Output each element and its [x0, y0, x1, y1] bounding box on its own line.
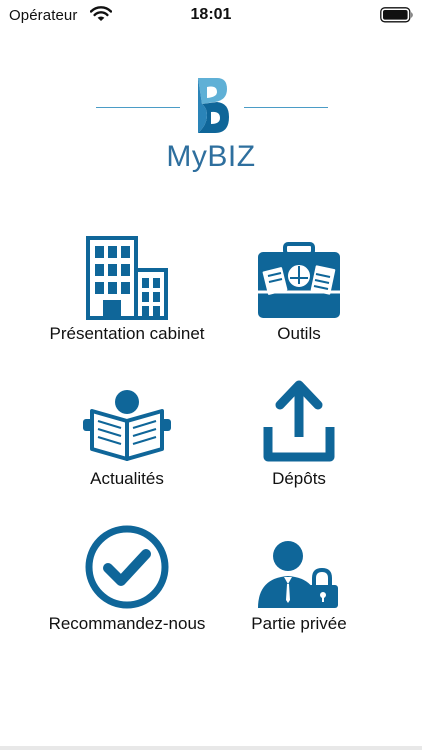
status-time: 18:01 [190, 6, 232, 23]
bottom-divider [0, 746, 422, 750]
menu-item-partie-privee[interactable]: Partie privée [194, 518, 404, 648]
menu-item-label: Partie privée [251, 614, 347, 633]
app-logo: MyBIZ [0, 70, 422, 180]
logo-text-biz: BIZ [207, 140, 256, 173]
logo-mark-icon [193, 75, 231, 142]
logo-wordmark: MyBIZ [0, 140, 422, 174]
menu-item-outils[interactable]: Outils [194, 228, 404, 358]
toolbox-icon [194, 228, 404, 320]
logo-text-my: My [166, 140, 208, 173]
logo-divider-left [96, 107, 180, 108]
upload-icon [194, 373, 404, 465]
user-lock-icon [194, 518, 404, 610]
status-bar: Opérateur 18:01 [0, 0, 422, 30]
menu-item-depots[interactable]: Dépôts [194, 373, 404, 503]
battery-icon [380, 7, 414, 28]
menu-item-label: Outils [277, 324, 321, 343]
logo-divider-right [244, 107, 328, 108]
menu-item-label: Dépôts [272, 469, 326, 488]
